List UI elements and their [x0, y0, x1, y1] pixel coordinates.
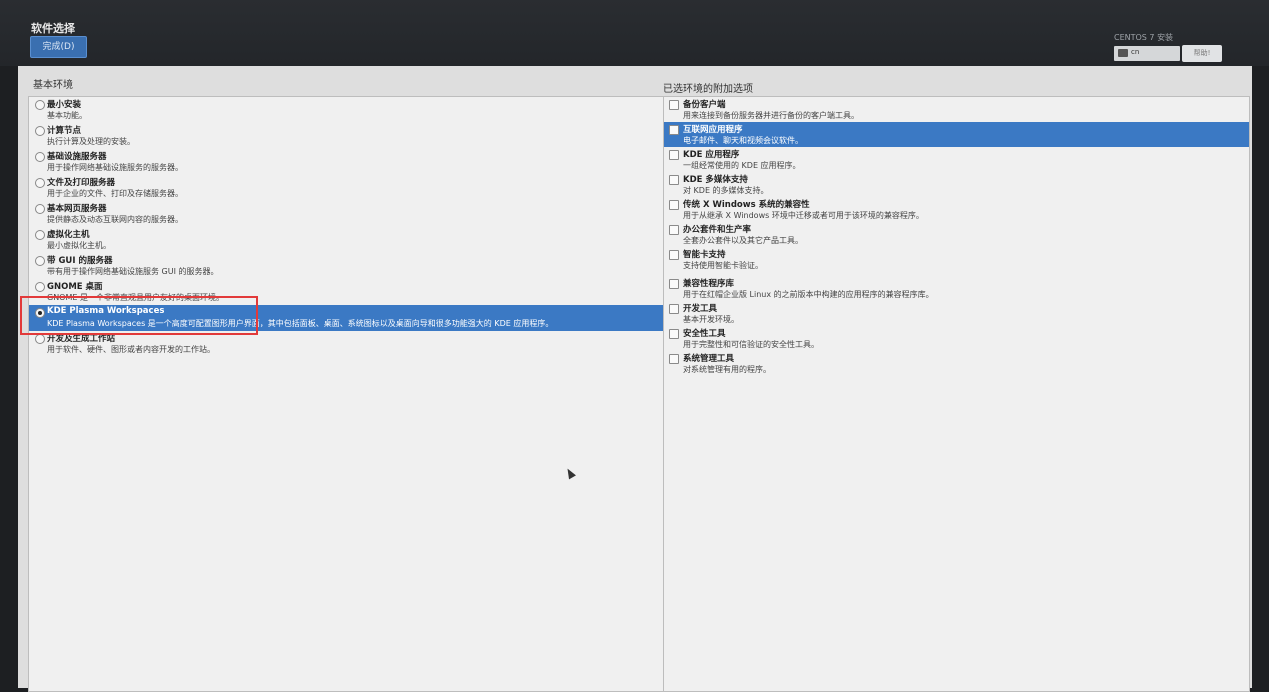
addon-desc: 基本开发环境。: [683, 315, 739, 324]
checkbox[interactable]: [669, 304, 679, 314]
addon-item-system-admin-tools[interactable]: 系统管理工具 对系统管理有用的程序。: [664, 351, 1249, 376]
addon-item-dev-tools[interactable]: 开发工具 基本开发环境。: [664, 301, 1249, 326]
addon-item-smart-card[interactable]: 智能卡支持 支持使用智能卡验证。: [664, 247, 1249, 272]
env-title: GNOME 桌面: [47, 282, 103, 292]
checkbox[interactable]: [669, 150, 679, 160]
addon-item-kde-multimedia[interactable]: KDE 多媒体支持 对 KDE 的多媒体支持。: [664, 172, 1249, 197]
radio-button[interactable]: [35, 126, 45, 136]
radio-button[interactable]: [35, 334, 45, 344]
radio-button[interactable]: [35, 256, 45, 266]
addon-title: 系统管理工具: [683, 354, 735, 364]
installer-header: 软件选择 完成(D) CENTOS 7 安装 cn 帮助!: [0, 0, 1269, 66]
addon-title: 互联网应用程序: [683, 125, 743, 135]
env-desc: 带有用于操作网络基础设施服务 GUI 的服务器。: [47, 267, 219, 276]
env-item-infrastructure-server[interactable]: 基础设施服务器 用于操作网络基础设施服务的服务器。: [29, 149, 667, 175]
radio-button[interactable]: [35, 204, 45, 214]
radio-button[interactable]: [35, 152, 45, 162]
radio-button[interactable]: [35, 178, 45, 188]
addon-title: 安全性工具: [683, 329, 726, 339]
addon-item-compat-libs[interactable]: 兼容性程序库 用于在红帽企业版 Linux 的之前版本中构建的应用程序的兼容程序…: [664, 276, 1249, 301]
keyboard-layout-indicator[interactable]: cn: [1114, 46, 1180, 61]
env-title: 基础设施服务器: [47, 152, 107, 162]
checkbox[interactable]: [669, 175, 679, 185]
checkbox[interactable]: [669, 250, 679, 260]
env-title: 基本网页服务器: [47, 204, 107, 214]
addon-item-internet-apps[interactable]: 互联网应用程序 电子邮件、聊天和视频会议软件。: [664, 122, 1249, 147]
addon-item-kde-apps[interactable]: KDE 应用程序 一组经常使用的 KDE 应用程序。: [664, 147, 1249, 172]
env-title: 最小安装: [47, 100, 82, 110]
checkbox[interactable]: [669, 354, 679, 364]
checkbox[interactable]: [669, 329, 679, 339]
addon-item-security-tools[interactable]: 安全性工具 用于完整性和可信验证的安全性工具。: [664, 326, 1249, 351]
addon-desc: 支持使用智能卡验证。: [683, 261, 763, 270]
base-environment-list: 最小安装 基本功能。 计算节点 执行计算及处理的安装。 基础设施服务器 用于操作…: [28, 96, 668, 692]
keyboard-icon: [1118, 49, 1128, 57]
addon-desc: 对 KDE 的多媒体支持。: [683, 186, 769, 195]
env-desc: 用于企业的文件、打印及存储服务器。: [47, 189, 183, 198]
addon-title: 智能卡支持: [683, 250, 726, 260]
addon-desc: 一组经常使用的 KDE 应用程序。: [683, 161, 801, 170]
env-desc: 提供静态及动态互联网内容的服务器。: [47, 215, 183, 224]
addon-desc: 用于从继承 X Windows 环境中迁移或者可用于该环境的兼容程序。: [683, 211, 924, 220]
env-title: 计算节点: [47, 126, 82, 136]
env-title: 虚拟化主机: [47, 230, 90, 240]
addon-desc: 全套办公套件以及其它产品工具。: [683, 236, 803, 245]
page-title: 软件选择: [31, 22, 75, 35]
addon-item-backup-client[interactable]: 备份客户端 用来连接到备份服务器并进行备份的客户端工具。: [664, 97, 1249, 122]
addon-title: 备份客户端: [683, 100, 726, 110]
radio-button[interactable]: [35, 230, 45, 240]
addon-desc: 对系统管理有用的程序。: [683, 365, 771, 374]
addon-list: 备份客户端 用来连接到备份服务器并进行备份的客户端工具。 互联网应用程序 电子邮…: [663, 96, 1250, 692]
radio-button[interactable]: [35, 282, 45, 292]
addon-desc: 用于在红帽企业版 Linux 的之前版本中构建的应用程序的兼容程序库。: [683, 290, 934, 299]
env-item-minimal[interactable]: 最小安装 基本功能。: [29, 97, 667, 123]
addon-item-legacy-x[interactable]: 传统 X Windows 系统的兼容性 用于从继承 X Windows 环境中迁…: [664, 197, 1249, 222]
checkbox[interactable]: [669, 279, 679, 289]
env-desc: 基本功能。: [47, 111, 87, 120]
addon-desc: 电子邮件、聊天和视频会议软件。: [683, 136, 803, 145]
env-desc: 用于软件、硬件、图形或者内容开发的工作站。: [47, 345, 215, 354]
annotation-highlight-box: [20, 296, 258, 335]
env-item-server-with-gui[interactable]: 带 GUI 的服务器 带有用于操作网络基础设施服务 GUI 的服务器。: [29, 253, 667, 279]
env-desc: 用于操作网络基础设施服务的服务器。: [47, 163, 183, 172]
env-title: 文件及打印服务器: [47, 178, 116, 188]
base-environment-label: 基本环境: [33, 80, 73, 91]
addon-title: KDE 应用程序: [683, 150, 740, 160]
addon-title: 传统 X Windows 系统的兼容性: [683, 200, 810, 210]
addon-item-office-suite[interactable]: 办公套件和生产率 全套办公套件以及其它产品工具。: [664, 222, 1249, 247]
env-desc: 最小虚拟化主机。: [47, 241, 111, 250]
product-title: CENTOS 7 安装: [1114, 33, 1174, 42]
env-item-web-server[interactable]: 基本网页服务器 提供静态及动态互联网内容的服务器。: [29, 201, 667, 227]
keyboard-layout-label: cn: [1131, 48, 1140, 56]
env-item-file-print-server[interactable]: 文件及打印服务器 用于企业的文件、打印及存储服务器。: [29, 175, 667, 201]
env-desc: 执行计算及处理的安装。: [47, 137, 135, 146]
env-item-virtualization-host[interactable]: 虚拟化主机 最小虚拟化主机。: [29, 227, 667, 253]
checkbox[interactable]: [669, 125, 679, 135]
radio-button[interactable]: [35, 100, 45, 110]
addon-title: 办公套件和生产率: [683, 225, 752, 235]
addon-title: KDE 多媒体支持: [683, 175, 748, 185]
addon-title: 兼容性程序库: [683, 279, 735, 289]
help-button[interactable]: 帮助!: [1182, 45, 1222, 62]
checkbox[interactable]: [669, 200, 679, 210]
checkbox[interactable]: [669, 100, 679, 110]
done-button[interactable]: 完成(D): [30, 36, 87, 58]
software-selection-panel: 基本环境 已选环境的附加选项 最小安装 基本功能。 计算节点 执行计算及处理的安…: [18, 66, 1252, 692]
addon-desc: 用于完整性和可信验证的安全性工具。: [683, 340, 819, 349]
addons-label: 已选环境的附加选项: [663, 84, 753, 95]
addon-title: 开发工具: [683, 304, 718, 314]
env-title: 带 GUI 的服务器: [47, 256, 113, 266]
checkbox[interactable]: [669, 225, 679, 235]
addon-desc: 用来连接到备份服务器并进行备份的客户端工具。: [683, 111, 859, 120]
env-item-compute-node[interactable]: 计算节点 执行计算及处理的安装。: [29, 123, 667, 149]
